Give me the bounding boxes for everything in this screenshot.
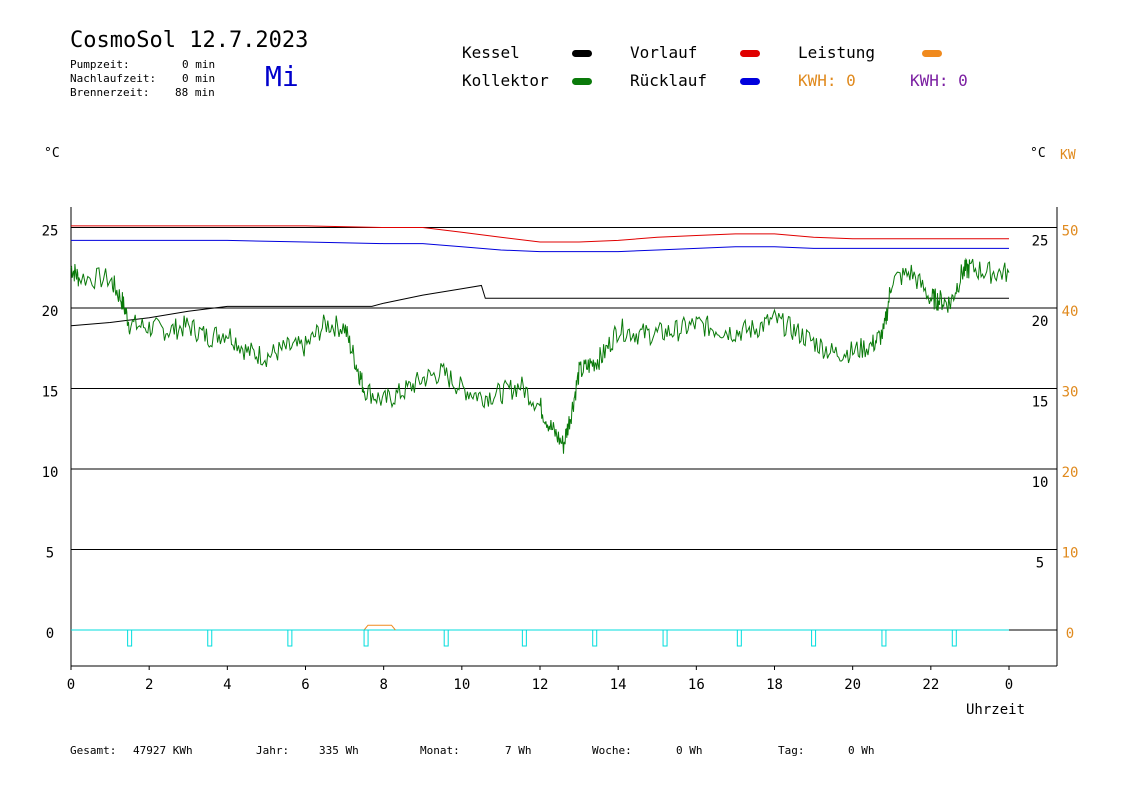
x-tick-label: 16 (688, 677, 705, 693)
x-tick-label: 2 (145, 677, 153, 693)
y-tick-right-c-label: 20 (1032, 314, 1049, 330)
y-tick-right-kw-label: 40 (1062, 304, 1079, 320)
temperature-chart: 0 2 4 6 8 10 12 14 16 18 20 22 0 0 5 10 15 20 25 5 10 15 20 25 0… (42, 207, 1079, 694)
pump-pulse (881, 629, 887, 647)
pump-pulse (287, 629, 293, 647)
y-tick-right-c-label: 15 (1032, 395, 1049, 411)
pump-pulse (811, 629, 817, 647)
pump-pulse (736, 629, 742, 647)
y-tick-left-label: 0 (46, 626, 54, 642)
pump-pulse (363, 629, 369, 647)
pump-pulse (951, 629, 957, 647)
y-tick-left-label: 15 (42, 385, 59, 401)
series-kollektor (70, 257, 1010, 454)
pump-pulse (592, 629, 598, 647)
y-tick-right-kw-label: 0 (1066, 626, 1074, 642)
y-tick-right-kw-label: 10 (1062, 546, 1079, 562)
x-tick-label: 10 (453, 677, 470, 693)
x-tick-label: 0 (1005, 677, 1013, 693)
footer-monat-label: Monat: (420, 744, 460, 757)
x-tick-label: 14 (610, 677, 627, 693)
pump-pulse (127, 629, 133, 647)
y-tick-left-label: 5 (46, 546, 54, 562)
x-tick-label: 12 (532, 677, 549, 693)
x-tick-label: 6 (301, 677, 309, 693)
y-tick-left-label: 10 (42, 465, 59, 481)
footer-jahr-value: 335 Wh (319, 744, 359, 757)
y-tick-right-kw-label: 20 (1062, 465, 1079, 481)
pump-pulse (521, 629, 527, 647)
footer-woche-value: 0 Wh (676, 744, 703, 757)
y-tick-right-c-label: 5 (1036, 556, 1044, 572)
x-tick-label: 18 (766, 677, 783, 693)
y-tick-right-c-label: 10 (1032, 475, 1049, 491)
chart-ticks: 0 2 4 6 8 10 12 14 16 18 20 22 0 0 5 10 15 20 25 5 10 15 20 25 0… (42, 224, 1079, 694)
x-tick-label: 4 (223, 677, 231, 693)
y-tick-right-kw-label: 50 (1062, 224, 1079, 240)
footer-monat-value: 7 Wh (505, 744, 532, 757)
x-tick-label: 22 (922, 677, 939, 693)
footer-tag-label: Tag: (778, 744, 805, 757)
pump-pulse (207, 629, 213, 647)
series-leistung (363, 624, 396, 631)
y-tick-right-kw-label: 30 (1062, 385, 1079, 401)
x-tick-label: 8 (379, 677, 387, 693)
x-tick-label: 20 (844, 677, 861, 693)
footer-gesamt-value: 47927 KWh (133, 744, 193, 757)
pump-pulse (662, 629, 668, 647)
series-vorlauf (71, 225, 1009, 243)
footer-gesamt-label: Gesamt: (70, 744, 117, 757)
y-tick-left-label: 25 (42, 224, 59, 240)
y-tick-left-label: 20 (42, 304, 59, 320)
y-tick-right-c-label: 25 (1032, 234, 1049, 250)
footer-jahr-label: Jahr: (256, 744, 290, 757)
x-axis-label: Uhrzeit (966, 702, 1026, 718)
pump-pulse (443, 629, 449, 647)
x-tick-label: 0 (67, 677, 75, 693)
chart-series (70, 225, 1057, 647)
footer-tag-value: 0 Wh (848, 744, 875, 757)
footer-woche-label: Woche: (592, 744, 632, 757)
series-kessel (70, 284, 1009, 327)
